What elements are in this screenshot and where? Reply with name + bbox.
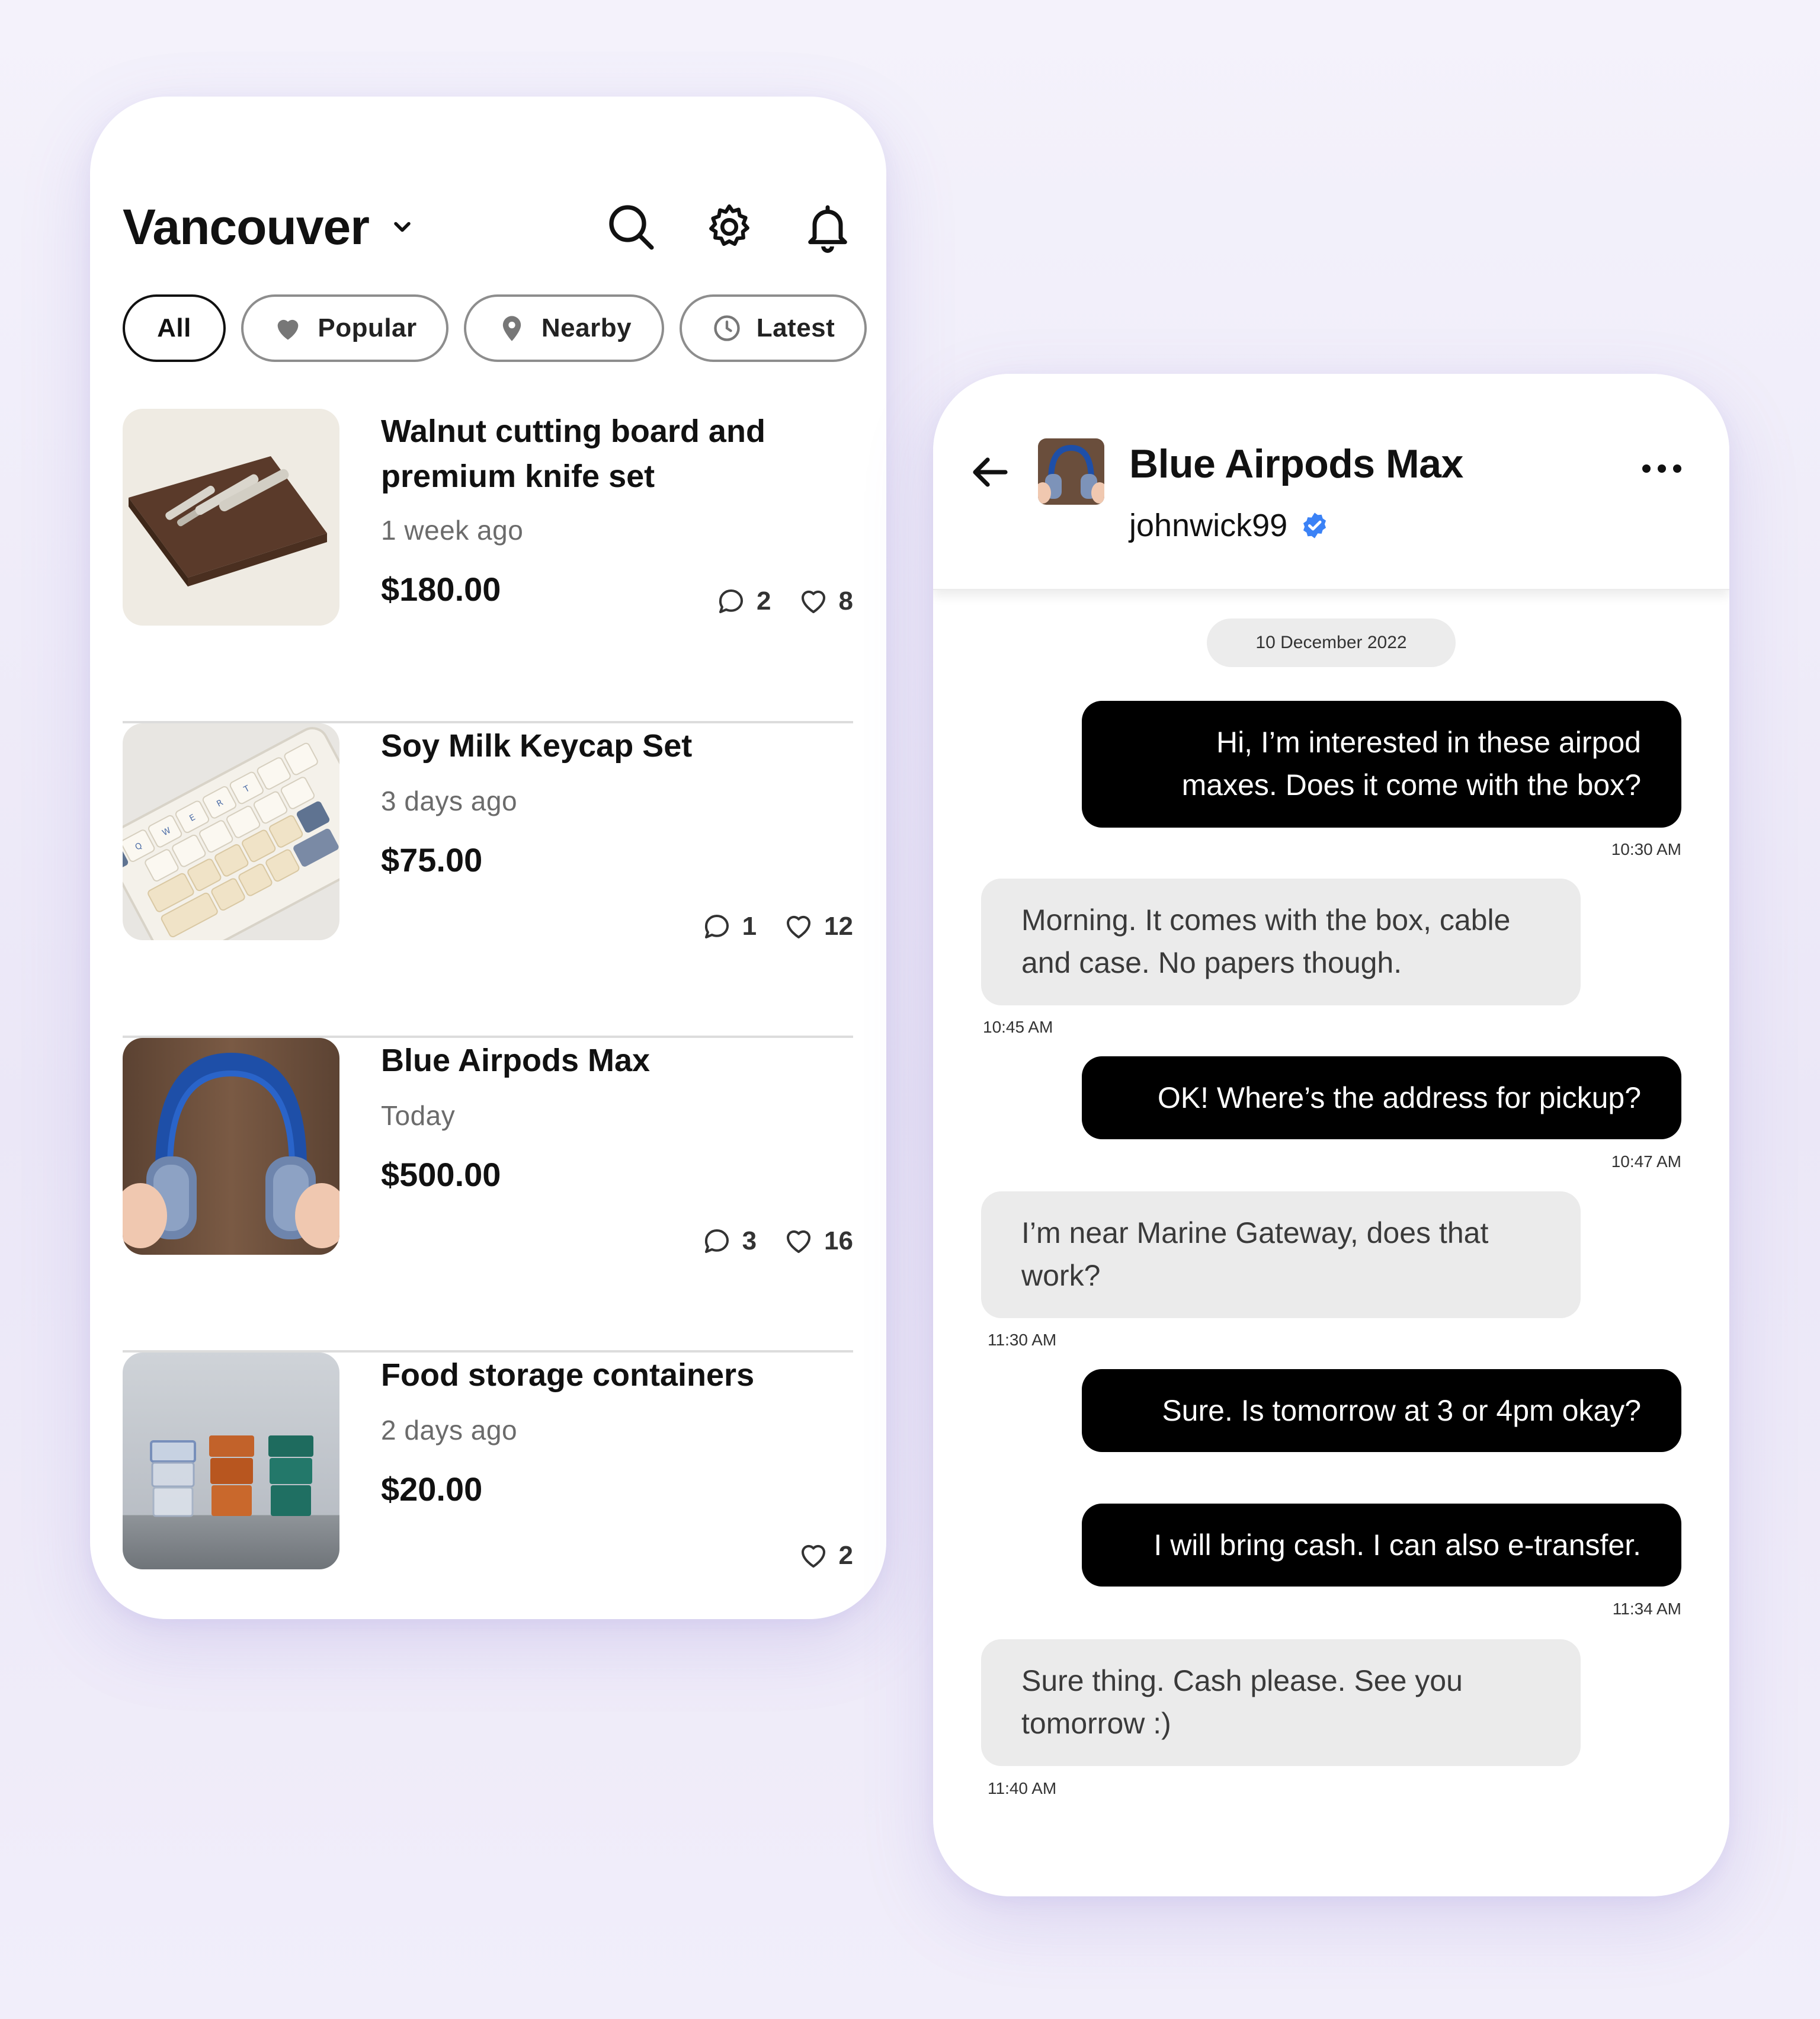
message-timestamp: 11:34 AM: [1612, 1600, 1681, 1618]
filter-popular[interactable]: Popular: [241, 294, 448, 362]
like-count[interactable]: 8: [797, 585, 853, 617]
listing-title: Soy Milk Keycap Set: [381, 728, 693, 764]
like-count[interactable]: 12: [783, 911, 853, 943]
like-count-value: 8: [838, 587, 853, 616]
like-count-value: 2: [838, 1541, 853, 1570]
search-icon[interactable]: [605, 201, 657, 253]
more-options-icon[interactable]: [1640, 460, 1683, 477]
heart-outline-icon: [787, 1230, 811, 1254]
filter-popular-label: Popular: [318, 313, 417, 342]
city-selector[interactable]: Vancouver: [123, 198, 415, 256]
listing-item[interactable]: Blue Airpods Max Today $500.00 3 16: [123, 1038, 853, 1353]
listing-photo-keycaps: QWE RT: [123, 723, 339, 940]
outgoing-message[interactable]: Sure. Is tomorrow at 3 or 4pm okay?: [1082, 1369, 1681, 1452]
comment-icon: [719, 589, 744, 614]
outgoing-message[interactable]: I will bring cash. I can also e-transfer…: [1082, 1504, 1681, 1587]
listing-title: Food storage containers: [381, 1357, 755, 1393]
listing-avatar[interactable]: [1038, 438, 1104, 505]
filter-all[interactable]: All: [123, 294, 226, 362]
chat-title: Blue Airpods Max: [1129, 441, 1463, 486]
listings-feed-panel: Vancouver All Popular Nearby Latest Waln…: [90, 97, 886, 1619]
comment-count-value: 3: [742, 1226, 757, 1255]
filter-latest[interactable]: Latest: [680, 294, 867, 362]
location-pin-icon: [502, 316, 521, 341]
clock-icon: [714, 315, 740, 341]
city-label: Vancouver: [123, 198, 370, 255]
filter-nearby[interactable]: Nearby: [464, 294, 664, 362]
verified-badge-icon: [1303, 512, 1326, 539]
listing-time: 1 week ago: [381, 515, 524, 546]
listing-item[interactable]: Food storage containers 2 days ago $20.0…: [123, 1353, 853, 1619]
like-count-value: 12: [824, 912, 853, 941]
listing-photo-containers: [123, 1353, 339, 1569]
message-timestamp: 10:47 AM: [1611, 1152, 1681, 1171]
message-timestamp: 10:30 AM: [1611, 840, 1681, 858]
bell-icon[interactable]: [802, 201, 854, 253]
chevron-down-icon: [394, 222, 411, 232]
chat-username[interactable]: johnwick99: [1129, 507, 1330, 544]
heart-icon: [278, 319, 299, 340]
filter-nearby-label: Nearby: [541, 313, 632, 342]
heart-outline-icon: [787, 915, 811, 939]
listing-item[interactable]: QWE RT Soy Milk Keycap Set 3 days ago $7…: [123, 723, 853, 1038]
message-timestamp: 11:40 AM: [988, 1779, 1057, 1797]
back-arrow-icon[interactable]: [970, 451, 1012, 493]
heart-outline-icon: [801, 1544, 825, 1568]
comment-icon: [704, 914, 729, 939]
like-count[interactable]: 16: [783, 1225, 853, 1257]
heart-outline-icon: [801, 590, 825, 614]
incoming-message[interactable]: Sure thing. Cash please. See you tomorro…: [981, 1639, 1581, 1766]
like-count-value: 16: [824, 1226, 853, 1255]
listing-price: $75.00: [381, 841, 483, 879]
message-timestamp: 11:30 AM: [988, 1331, 1057, 1349]
listing-title: Walnut cutting board and premium knife s…: [381, 414, 765, 494]
listing-time: 3 days ago: [381, 786, 518, 816]
listing-time: Today: [381, 1100, 456, 1131]
feed-header: Vancouver: [123, 180, 854, 274]
listing-photo-knife-set: [123, 409, 339, 626]
date-separator: 10 December 2022: [1207, 618, 1456, 667]
chat-header: Blue Airpods Max johnwick99: [933, 374, 1729, 590]
username-label: johnwick99: [1129, 508, 1288, 543]
listing-photo-headphones: [123, 1038, 339, 1255]
listing-price: $20.00: [381, 1470, 483, 1508]
comment-count[interactable]: 3: [701, 1225, 757, 1257]
like-count[interactable]: 2: [797, 1540, 853, 1572]
message-timestamp: 10:45 AM: [983, 1018, 1053, 1036]
listing-time: 2 days ago: [381, 1415, 518, 1446]
filter-latest-label: Latest: [756, 313, 835, 342]
chat-panel: Blue Airpods Max johnwick99 10 December …: [933, 374, 1729, 1896]
filter-all-label: All: [157, 313, 191, 342]
outgoing-message[interactable]: OK! Where’s the address for pickup?: [1082, 1056, 1681, 1139]
incoming-message[interactable]: I’m near Marine Gateway, does that work?: [981, 1191, 1581, 1318]
comment-count-value: 1: [742, 912, 757, 941]
comment-count[interactable]: 2: [715, 585, 771, 617]
listing-item[interactable]: Walnut cutting board and premium knife s…: [123, 409, 853, 723]
gear-icon[interactable]: [703, 201, 755, 253]
incoming-message[interactable]: Morning. It comes with the box, cable an…: [981, 879, 1581, 1005]
listing-price: $500.00: [381, 1156, 501, 1193]
comment-icon: [704, 1229, 729, 1254]
comment-count[interactable]: 1: [701, 911, 757, 943]
outgoing-message[interactable]: Hi, I’m interested in these airpod maxes…: [1082, 701, 1681, 828]
filter-chips: All Popular Nearby Latest: [123, 294, 869, 362]
listing-title: Blue Airpods Max: [381, 1043, 651, 1078]
comment-count-value: 2: [757, 587, 771, 616]
